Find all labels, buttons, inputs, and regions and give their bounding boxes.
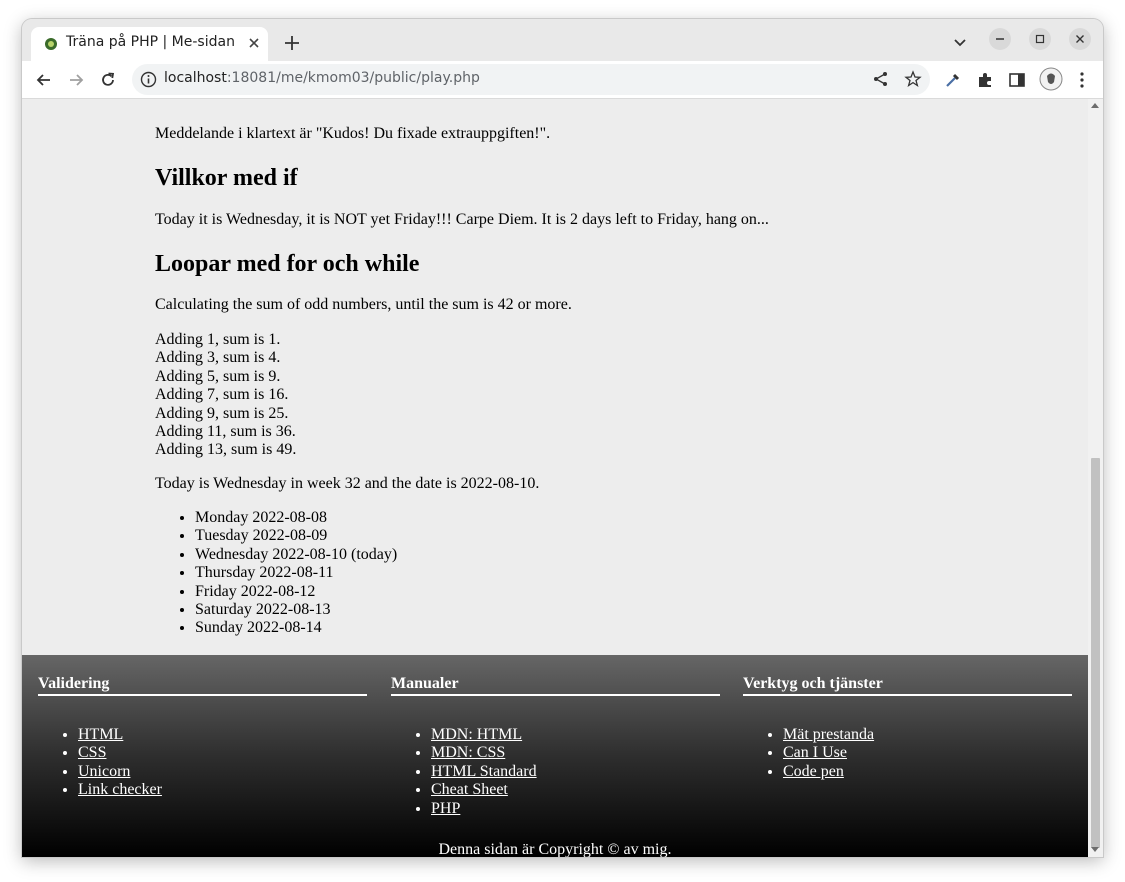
close-tab-icon[interactable] <box>244 33 264 53</box>
side-panel-icon[interactable] <box>1007 70 1027 90</box>
new-tab-icon[interactable] <box>281 32 303 54</box>
profile-avatar-icon[interactable] <box>1039 67 1063 91</box>
url-text[interactable]: localhost:18081/me/kmom03/public/play.ph… <box>164 70 480 86</box>
footer-link-list: Mät prestanda Can I Use Code pen <box>743 726 874 781</box>
list-item: Monday 2022-08-08 <box>195 509 397 527</box>
footer-link[interactable]: Code pen <box>783 763 844 780</box>
footer-link-list: MDN: HTML MDN: CSS HTML Standard Cheat S… <box>391 726 537 818</box>
address-bar[interactable]: localhost:18081/me/kmom03/public/play.ph… <box>132 64 930 95</box>
back-arrow-icon[interactable] <box>34 70 54 90</box>
footer-link-list: HTML CSS Unicorn Link checker <box>38 726 162 800</box>
share-icon[interactable] <box>872 70 890 88</box>
adding-line: Adding 9, sum is 25. <box>155 404 289 422</box>
list-item: Thursday 2022-08-11 <box>195 564 397 582</box>
list-item: Sunday 2022-08-14 <box>195 619 397 637</box>
footer-link[interactable]: MDN: CSS <box>431 744 505 761</box>
vertical-scrollbar[interactable] <box>1088 99 1103 857</box>
message-paragraph: Meddelande i klartext är "Kudos! Du fixa… <box>155 125 551 142</box>
footer-heading: Verktyg och tjänster <box>743 675 1072 696</box>
browser-window: Träna på PHP | Me-sidan localhost:18081/… <box>22 19 1103 857</box>
close-icon <box>1076 35 1084 43</box>
close-window-button[interactable] <box>1069 28 1091 50</box>
extensions-puzzle-icon[interactable] <box>975 70 995 90</box>
adding-line: Adding 1, sum is 1. <box>155 331 281 348</box>
footer-link[interactable]: HTML <box>78 726 123 743</box>
forward-arrow-icon[interactable] <box>66 70 86 90</box>
footer-heading: Validering <box>38 675 367 696</box>
adding-line: Adding 11, sum is 36. <box>155 423 296 441</box>
url-host: localhost <box>164 70 227 86</box>
footer-link[interactable]: Unicorn <box>78 763 130 780</box>
browser-toolbar: localhost:18081/me/kmom03/public/play.ph… <box>22 61 1103 99</box>
footer-link[interactable]: PHP <box>431 800 460 817</box>
calc-intro-paragraph: Calculating the sum of odd numbers, unti… <box>155 296 572 313</box>
footer-link[interactable]: Link checker <box>78 781 162 798</box>
footer-column-validering: Validering HTML CSS Unicorn Link checker <box>38 675 367 798</box>
bookmark-star-icon[interactable] <box>904 70 922 88</box>
site-favicon-icon <box>45 38 57 50</box>
adding-lines: Adding 1, sum is 1. Adding 3, sum is 4. … <box>155 331 296 460</box>
adding-line: Adding 13, sum is 49. <box>155 441 297 459</box>
adding-line: Adding 5, sum is 9. <box>155 367 281 385</box>
tab-title: Träna på PHP | Me-sidan <box>66 34 235 50</box>
more-menu-icon[interactable] <box>1072 70 1092 90</box>
maximize-icon <box>1035 34 1045 44</box>
list-item: Tuesday 2022-08-09 <box>195 527 397 545</box>
week-paragraph: Today is Wednesday in week 32 and the da… <box>155 475 540 492</box>
footer-column-manualer: Manualer MDN: HTML MDN: CSS HTML Standar… <box>391 675 720 817</box>
tab-active[interactable]: Träna på PHP | Me-sidan <box>31 27 268 61</box>
heading-loops: Loopar med for och while <box>155 251 420 277</box>
heading-if: Villkor med if <box>155 165 298 191</box>
url-path: :18081/me/kmom03/public/play.php <box>226 70 480 86</box>
footer-link[interactable]: Cheat Sheet <box>431 781 508 798</box>
minimize-button[interactable] <box>989 28 1011 50</box>
footer-column-verktyg: Verktyg och tjänster Mät prestanda Can I… <box>743 675 1072 780</box>
list-item: Friday 2022-08-12 <box>195 583 397 601</box>
list-item: Wednesday 2022-08-10 (today) <box>195 546 397 564</box>
footer-link[interactable]: Can I Use <box>783 744 847 761</box>
weekday-list: Monday 2022-08-08 Tuesday 2022-08-09 Wed… <box>155 509 397 638</box>
page-viewport: Meddelande i klartext är "Kudos! Du fixa… <box>22 99 1088 857</box>
eyedropper-icon[interactable] <box>943 70 963 90</box>
tab-strip: Träna på PHP | Me-sidan <box>22 19 1103 61</box>
minimize-icon <box>996 38 1004 40</box>
scrollbar-thumb[interactable] <box>1091 458 1100 848</box>
adding-line: Adding 7, sum is 16. <box>155 386 289 404</box>
footer-link[interactable]: Mät prestanda <box>783 726 874 743</box>
scroll-down-arrow-icon[interactable] <box>1091 847 1099 852</box>
footer-link[interactable]: CSS <box>78 744 106 761</box>
info-icon[interactable] <box>140 71 157 88</box>
site-footer: Validering HTML CSS Unicorn Link checker… <box>22 655 1088 857</box>
footer-link[interactable]: HTML Standard <box>431 763 537 780</box>
reload-icon[interactable] <box>98 70 118 90</box>
footer-heading: Manualer <box>391 675 720 696</box>
friday-paragraph: Today it is Wednesday, it is NOT yet Fri… <box>155 211 769 228</box>
list-item: Saturday 2022-08-13 <box>195 601 397 619</box>
chevron-down-icon[interactable] <box>951 33 969 51</box>
adding-line: Adding 3, sum is 4. <box>155 349 281 367</box>
copyright-text: Denna sidan är Copyright © av mig. <box>438 841 672 857</box>
scroll-up-arrow-icon[interactable] <box>1091 103 1099 108</box>
maximize-button[interactable] <box>1029 28 1051 50</box>
footer-link[interactable]: MDN: HTML <box>431 726 522 743</box>
